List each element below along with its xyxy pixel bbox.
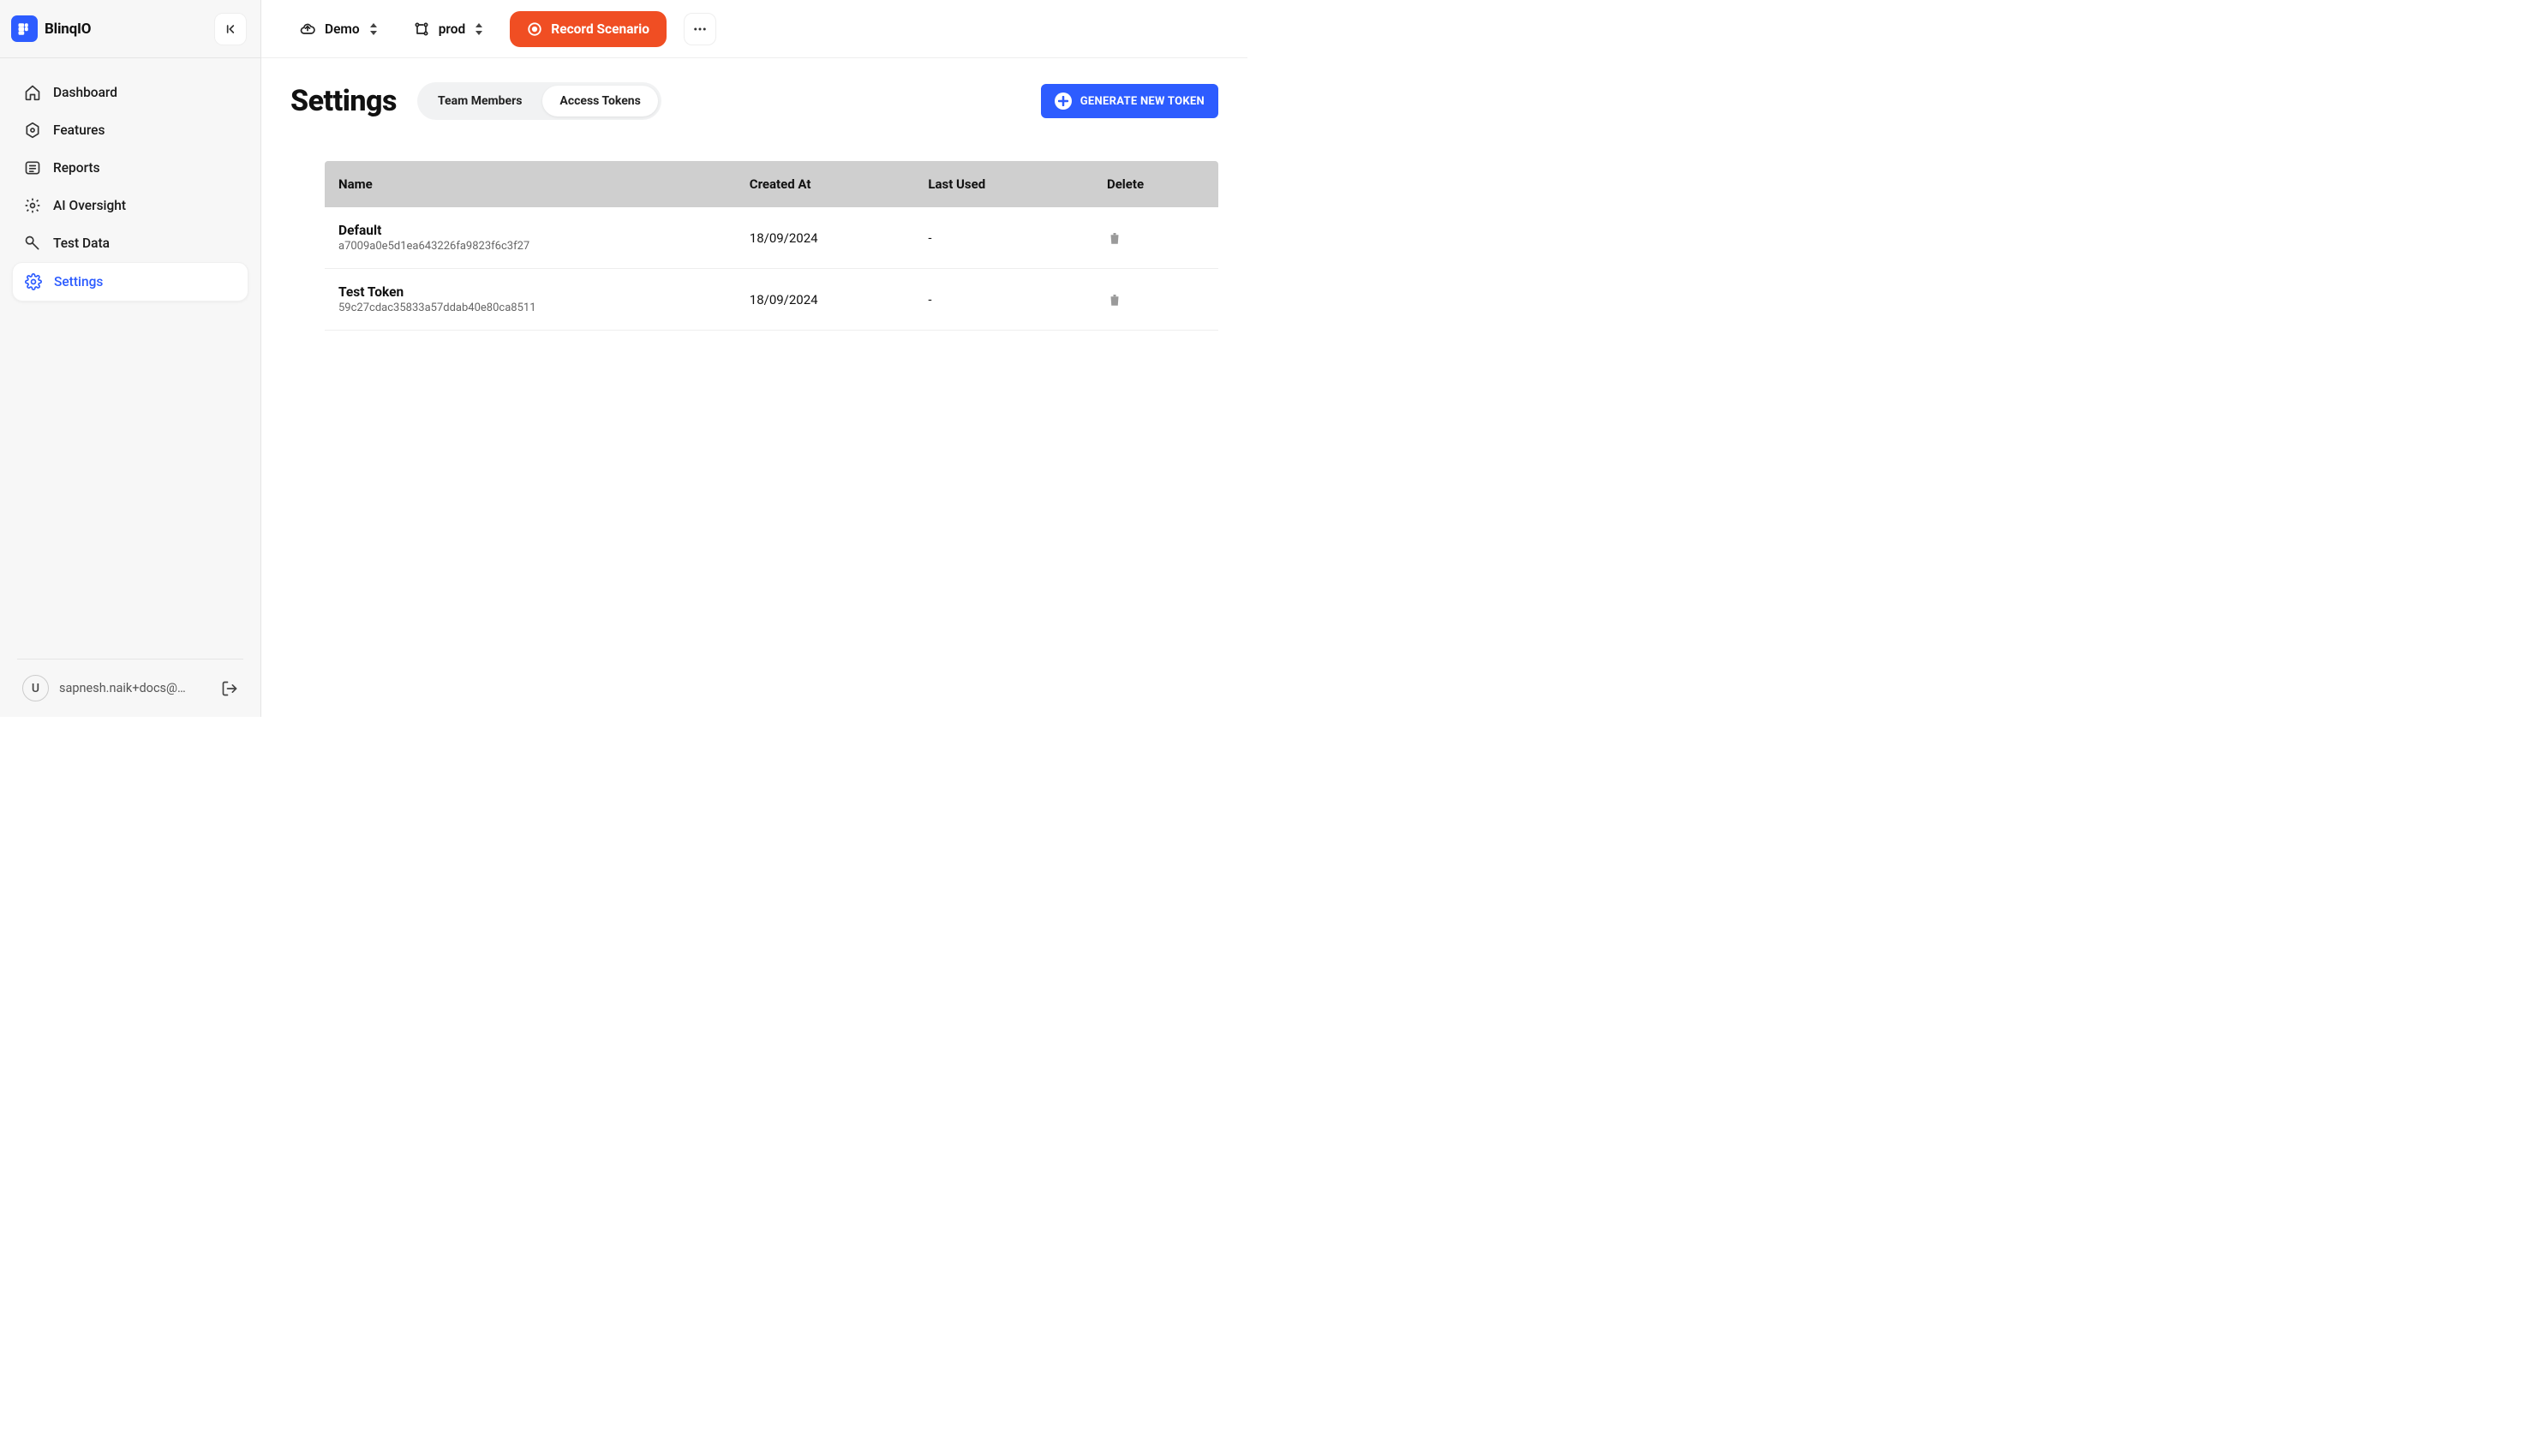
cell-delete [1093,207,1218,269]
token-hash: 59c27cdac35833a57ddab40e80ca8511 [338,301,722,314]
delete-token-button[interactable] [1107,230,1205,246]
record-scenario-button[interactable]: Record Scenario [510,11,667,47]
cell-delete [1093,269,1218,331]
logout-icon [221,680,238,697]
avatar[interactable]: U [22,675,49,701]
tokens-table: Name Created At Last Used Delete Default… [325,161,1218,331]
user-email: sapnesh.naik+docs@… [59,681,211,695]
token-name: Default [338,223,722,238]
sidebar-item-reports[interactable]: Reports [12,149,248,187]
env-label: prod [439,21,466,37]
sort-icon [368,23,379,35]
brand-logo-icon [11,15,38,42]
col-created: Created At [736,161,915,207]
sidebar: BlinqIO Dashboard Features Reports AI Ov… [0,0,261,717]
tokens-table-wrap: Name Created At Last Used Delete Default… [290,161,1218,331]
token-hash: a7009a0e5d1ea643226fa9823f6c3f27 [338,240,722,253]
more-button[interactable] [684,13,716,45]
sidebar-item-test-data[interactable]: Test Data [12,224,248,262]
delete-token-button[interactable] [1107,292,1205,307]
trash-icon [1107,230,1122,246]
sidebar-footer: U sapnesh.naik+docs@… [17,659,243,717]
main: Demo prod Record Scenario Settings Team … [261,0,1247,717]
generate-token-button[interactable]: GENERATE NEW TOKEN [1041,84,1218,118]
project-label: Demo [325,21,360,37]
brand-name: BlinqIO [45,21,91,38]
env-dropdown[interactable]: prod [404,14,493,45]
sidebar-item-dashboard[interactable]: Dashboard [12,74,248,111]
topbar: Demo prod Record Scenario [261,0,1247,58]
sidebar-item-settings[interactable]: Settings [12,262,248,301]
trash-icon [1107,292,1122,307]
cog-icon [25,273,42,290]
project-dropdown[interactable]: Demo [290,14,387,45]
hexagon-icon [24,122,41,139]
content: Settings Team Members Access Tokens GENE… [261,58,1247,355]
sidebar-header: BlinqIO [0,0,260,58]
list-icon [24,159,41,176]
sidebar-item-label: Settings [54,274,103,289]
sidebar-item-label: Dashboard [53,85,117,100]
logout-button[interactable] [221,680,238,697]
header-row: Settings Team Members Access Tokens GENE… [290,82,1218,120]
tab-team-members[interactable]: Team Members [421,86,539,116]
sidebar-item-features[interactable]: Features [12,111,248,149]
table-row: Default a7009a0e5d1ea643226fa9823f6c3f27… [325,207,1218,269]
cell-created: 18/09/2024 [736,207,915,269]
sidebar-item-label: Test Data [53,236,110,251]
token-name: Test Token [338,284,722,300]
col-delete: Delete [1093,161,1218,207]
cell-name: Test Token 59c27cdac35833a57ddab40e80ca8… [325,269,736,331]
sidebar-item-label: Features [53,122,105,138]
table-header-row: Name Created At Last Used Delete [325,161,1218,207]
cell-last-used: - [914,269,1093,331]
table-row: Test Token 59c27cdac35833a57ddab40e80ca8… [325,269,1218,331]
sidebar-nav: Dashboard Features Reports AI Oversight … [0,58,260,659]
page-title: Settings [290,84,397,118]
sidebar-item-label: AI Oversight [53,198,126,213]
cell-created: 18/09/2024 [736,269,915,331]
sort-icon [474,23,484,35]
brand[interactable]: BlinqIO [11,15,91,42]
home-icon [24,84,41,101]
cloud-icon [299,21,316,38]
generate-label: GENERATE NEW TOKEN [1080,95,1205,108]
dots-icon [692,21,708,37]
plus-circle-icon [1055,92,1072,110]
gear-icon [24,197,41,214]
branch-icon [413,21,430,38]
tab-access-tokens[interactable]: Access Tokens [542,86,657,116]
col-name: Name [325,161,736,207]
record-icon [527,21,542,37]
record-label: Record Scenario [551,21,649,37]
tabs: Team Members Access Tokens [417,82,661,120]
cell-last-used: - [914,207,1093,269]
collapse-sidebar-button[interactable] [214,13,247,45]
col-last-used: Last Used [914,161,1093,207]
cell-name: Default a7009a0e5d1ea643226fa9823f6c3f27 [325,207,736,269]
sidebar-item-label: Reports [53,160,100,176]
chevron-first-icon [224,22,237,36]
wrench-icon [24,235,41,252]
sidebar-item-ai-oversight[interactable]: AI Oversight [12,187,248,224]
